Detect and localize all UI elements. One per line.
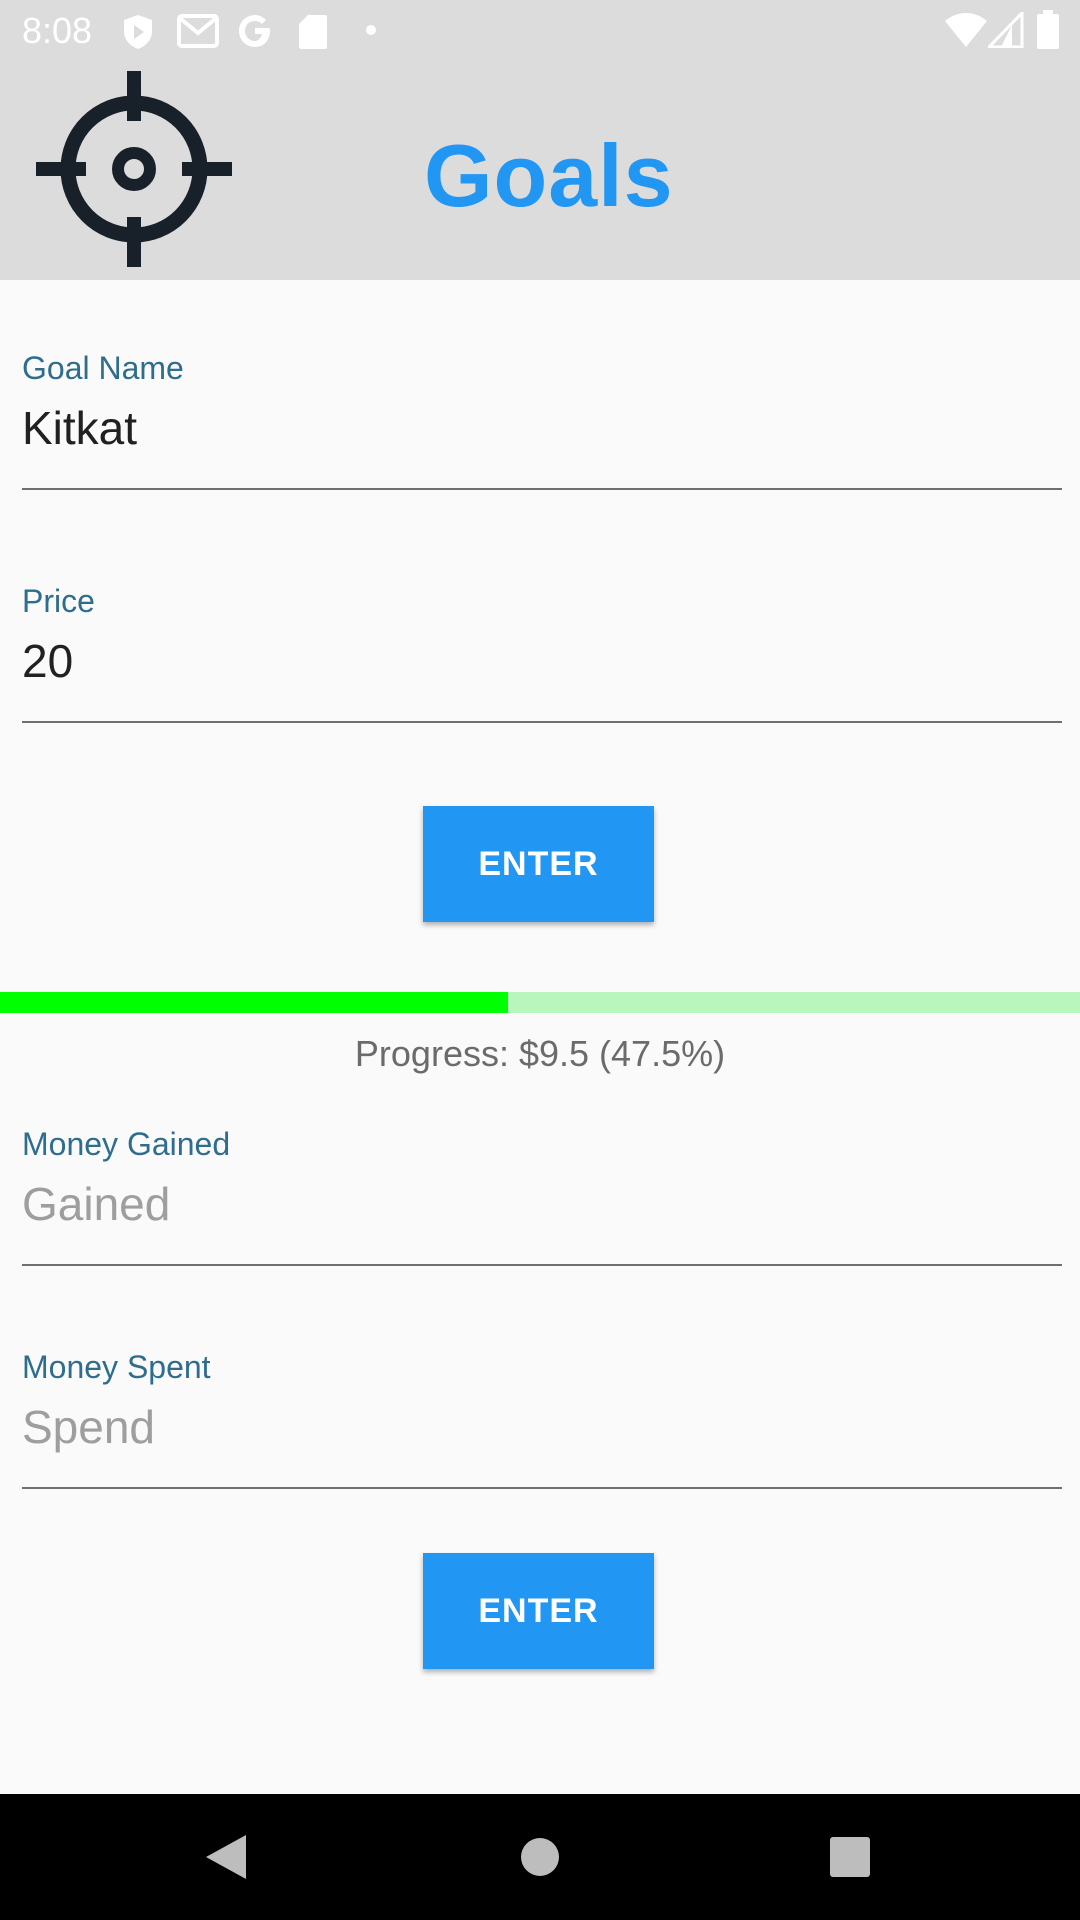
sd-card-icon xyxy=(299,15,327,49)
money-gained-underline xyxy=(22,1264,1062,1266)
goal-name-label: Goal Name xyxy=(22,350,184,386)
app-header: Goals xyxy=(0,63,1080,280)
status-bar: 8:08 xyxy=(0,0,1080,63)
recents-button[interactable] xyxy=(770,1794,930,1920)
navigation-bar xyxy=(0,1794,1080,1920)
progress-text: Progress: $9.5 (47.5%) xyxy=(354,1033,726,1074)
price-label: Price xyxy=(22,583,95,619)
progress-bar xyxy=(0,992,1080,1013)
goal-name-underline xyxy=(22,488,1062,490)
money-spent-field: Money Spent xyxy=(22,1349,1062,1489)
money-spent-underline xyxy=(22,1487,1062,1489)
back-button[interactable] xyxy=(145,1794,305,1920)
money-gained-label: Money Gained xyxy=(22,1126,231,1162)
goal-name-input[interactable] xyxy=(22,399,1062,457)
progress-bar-fill xyxy=(0,992,508,1013)
goal-name-field: Goal Name xyxy=(22,350,1062,490)
battery-icon xyxy=(1037,10,1059,49)
money-spent-input[interactable] xyxy=(22,1398,1062,1456)
money-spent-label: Money Spent xyxy=(22,1349,211,1385)
cell-signal-icon xyxy=(988,12,1024,48)
price-underline xyxy=(22,721,1062,723)
price-field: Price xyxy=(22,583,1062,723)
dot-icon xyxy=(366,25,376,35)
status-time: 8:08 xyxy=(22,10,93,51)
recents-square-icon xyxy=(830,1837,870,1877)
home-button[interactable] xyxy=(460,1794,620,1920)
back-triangle-icon xyxy=(206,1835,246,1879)
page-title: Goals xyxy=(424,126,674,225)
wifi-icon xyxy=(945,13,987,47)
shield-notification-icon xyxy=(124,15,152,49)
enter-goal-button[interactable]: ENTER xyxy=(423,806,654,922)
price-input[interactable] xyxy=(22,632,1062,690)
gmail-icon xyxy=(177,14,219,48)
money-gained-input[interactable] xyxy=(22,1175,1062,1233)
target-crosshair-icon xyxy=(36,71,232,267)
google-icon xyxy=(239,15,270,47)
enter-money-button[interactable]: ENTER xyxy=(423,1553,654,1669)
home-circle-icon xyxy=(521,1838,559,1876)
money-gained-field: Money Gained xyxy=(22,1126,1062,1266)
